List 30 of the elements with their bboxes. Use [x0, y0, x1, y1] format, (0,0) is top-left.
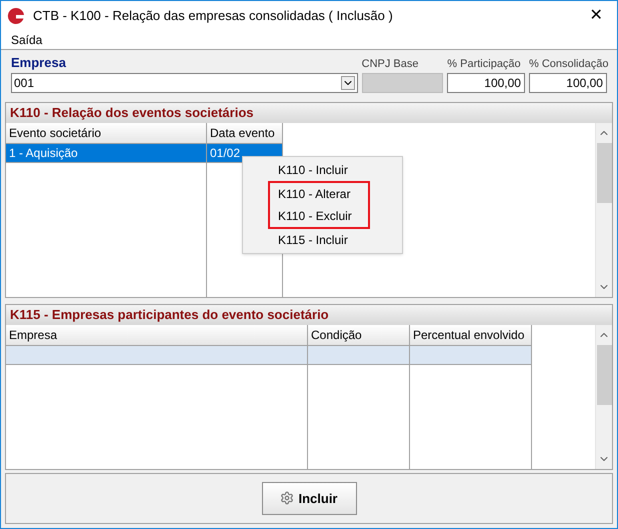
app-logo-icon: [7, 7, 25, 25]
company-combo[interactable]: 001: [11, 72, 358, 92]
scroll-thumb[interactable]: [596, 344, 612, 404]
window-title: CTB - K100 - Relação das empresas consolidadas ( Inclusão ): [33, 7, 394, 26]
column-header[interactable]: Evento societário: [6, 122, 207, 144]
panel-title: K115 - Empresas participantes do evento societário: [6, 304, 612, 324]
column-header[interactable]: Empresa: [6, 324, 308, 346]
percent-field[interactable]: 100,00: [447, 72, 525, 92]
dropdown-icon[interactable]: [340, 76, 355, 90]
column-header[interactable]: Percentual envolvido: [410, 324, 532, 346]
scrollbar[interactable]: [595, 122, 612, 296]
column-header[interactable]: Condição: [308, 324, 410, 346]
field-label: CNPJ Base: [362, 57, 420, 72]
table-row[interactable]: 1 - Aquisição 01/02: [6, 144, 283, 162]
field-label: Empresa: [11, 54, 67, 72]
panel-title: K110 - Relação dos eventos societários: [6, 102, 612, 122]
context-menu-item[interactable]: K115 - Incluir: [243, 229, 402, 251]
percent-field[interactable]: 100,00: [528, 72, 607, 92]
context-menu-item[interactable]: K110 - Excluir: [270, 205, 368, 227]
gear-icon: [280, 491, 294, 506]
field-label: % Participação: [447, 57, 522, 72]
menu-item[interactable]: Saída: [11, 31, 42, 49]
scroll-thumb[interactable]: [596, 142, 612, 202]
include-button[interactable]: Incluir: [262, 482, 356, 515]
close-button[interactable]: ✕: [581, 4, 611, 28]
table-cell: 1 - Aquisição: [6, 144, 207, 162]
context-menu-item[interactable]: K110 - Alterar: [270, 183, 368, 205]
field-label: % Consolidação: [528, 57, 607, 72]
scrollbar[interactable]: [595, 324, 612, 468]
column-header[interactable]: Data evento: [207, 122, 283, 144]
